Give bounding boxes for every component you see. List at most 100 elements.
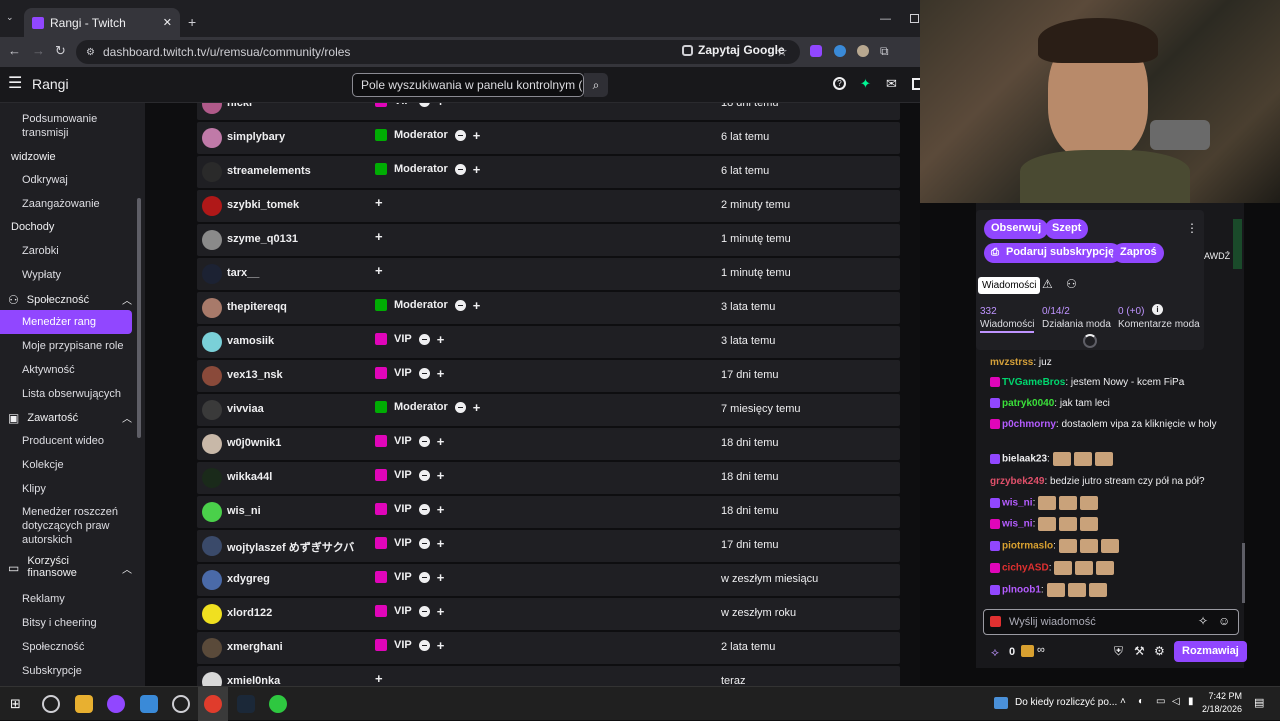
invite-button[interactable]: Zaproś [1113,243,1164,263]
inbox-icon[interactable]: ✉ [886,76,897,92]
sidebar-item-podsumowanie[interactable]: Podsumowanie transmisji [22,112,134,140]
add-role-icon[interactable]: + [473,129,481,142]
remove-role-icon[interactable] [418,435,430,447]
remove-role-icon[interactable] [454,129,466,141]
whisper-button[interactable]: Szept [1045,219,1089,239]
shield-icon[interactable]: ⛨ [1114,644,1123,659]
chat-username[interactable]: patryk0040 [1002,398,1054,409]
add-role-icon[interactable]: + [437,367,445,380]
sidebar-item-spolecznosc-2[interactable]: Społeczność [22,640,134,654]
username[interactable]: simplybary [227,131,285,143]
remove-role-icon[interactable] [418,571,430,583]
sidebar-item-zaangazowanie[interactable]: Zaangażowanie [22,197,134,211]
sidebar-item-zarobki[interactable]: Zarobki [22,244,134,258]
add-role-icon[interactable]: + [473,299,481,312]
remove-role-icon[interactable] [418,639,430,651]
notifications-bell-icon[interactable]: ▤ [1254,696,1264,709]
username[interactable]: wikka44l [227,471,272,483]
add-role-icon[interactable]: + [437,605,445,618]
search-button[interactable]: ⌕ [584,73,608,97]
chat-send-button[interactable]: Rozmawiaj [1174,641,1247,662]
gift-sub-button[interactable]: ⎙ Podaruj subskrypcję [984,243,1122,263]
username[interactable]: w0j0wnik1 [227,437,281,449]
username[interactable]: vex13_nsk [227,369,283,381]
add-role-icon[interactable]: + [437,537,445,550]
avatar[interactable] [202,298,222,318]
url-field[interactable]: ⚙ dashboard.twitch.tv/u/remsua/community… [76,40,800,64]
username[interactable]: vamosiik [227,335,274,347]
username[interactable]: thepitereqq [227,301,287,313]
dashboard-search-input[interactable]: Pole wyszukiwania w panelu kontrolnym (C… [352,73,584,97]
sidebar-section-spolecznosc[interactable]: ⚇ Społeczność ︿ [8,292,132,308]
maximize-icon[interactable] [910,14,919,23]
channel-points-icon[interactable]: ⟡ [991,645,999,660]
mod-tools-icon[interactable]: ⚒ [1134,644,1145,658]
bits-icon[interactable] [1021,645,1034,657]
sidebar-item-moje-role[interactable]: Moje przypisane role [22,339,134,353]
back-icon[interactable]: ← [8,43,21,58]
avatar[interactable] [202,196,222,216]
tab-list-icon[interactable]: ⌄ [6,12,18,24]
add-role-icon[interactable]: + [437,571,445,584]
username[interactable]: szyme_q0131 [227,233,298,245]
sidebar-item-menedzer-rang[interactable]: Menedżer rang [22,315,134,329]
username[interactable]: tarx__ [227,267,259,279]
sidebar-item-wyplaty[interactable]: Wypłaty [22,268,134,282]
new-tab-icon[interactable]: + [188,14,196,30]
battery-icon[interactable]: ▮ [1188,696,1194,707]
username[interactable]: xmiel0nka [227,675,280,686]
help-icon[interactable]: ? [833,77,846,90]
remove-role-icon[interactable] [454,299,466,311]
steam-overlay-icon[interactable] [42,695,60,713]
avatar[interactable] [202,570,222,590]
chat-username[interactable]: wis_ni [1002,498,1033,509]
remove-role-icon[interactable] [418,367,430,379]
file-explorer-icon[interactable] [75,695,93,713]
network-icon[interactable]: ▭ [1156,696,1165,707]
sidebar-item-lista-obserwujacych[interactable]: Lista obserwujących [22,387,134,401]
add-user-icon[interactable]: ⚇ [1066,277,1077,291]
remove-role-icon[interactable] [418,469,430,481]
stat-messages[interactable]: 332 Wiadomości [980,305,1034,331]
username[interactable]: xdygreg [227,573,270,585]
notification-text[interactable]: Do kiedy rozliczyć po... [1015,697,1117,708]
username[interactable]: vivviaa [227,403,264,415]
extensions-puzzle-icon[interactable]: ⧉ [880,44,889,59]
site-info-icon[interactable]: ⚙ [86,47,95,58]
add-role-icon[interactable]: + [375,230,383,243]
forward-icon[interactable]: → [32,43,45,58]
follow-button[interactable]: Obserwuj [984,219,1049,239]
warning-icon[interactable]: ⚠ [1042,277,1053,291]
username[interactable]: streamelements [227,165,311,177]
avatar[interactable] [202,103,222,114]
calendar-icon[interactable] [140,695,158,713]
avatar[interactable] [202,128,222,148]
info-icon[interactable]: i [1152,304,1163,315]
sidebar-item-aktywnosc[interactable]: Aktywność [22,363,134,377]
add-role-icon[interactable]: + [437,503,445,516]
avatar[interactable] [202,400,222,420]
add-role-icon[interactable]: + [437,639,445,652]
add-role-icon[interactable]: + [375,672,383,685]
avatar[interactable] [202,366,222,386]
remove-role-icon[interactable] [418,503,430,515]
add-role-icon[interactable]: + [473,163,481,176]
ai-icon[interactable]: ✧ [1198,614,1208,628]
sidebar-item-producent-wideo[interactable]: Producent wideo [22,434,134,448]
avatar[interactable] [202,536,222,556]
sidebar-item-kolekcje[interactable]: Kolekcje [22,458,134,472]
remove-role-icon[interactable] [454,401,466,413]
obs-icon[interactable] [172,695,190,713]
extension-icon[interactable] [810,45,822,57]
sidebar-item-menedzer-roszczen[interactable]: Menedżer roszczeń dotyczących praw autor… [22,505,134,547]
chat-username[interactable]: bielaak23 [1002,454,1047,465]
windows-start-icon[interactable]: ⊞ [10,696,21,712]
username[interactable]: wis_ni [227,505,261,517]
reload-icon[interactable]: ↻ [55,43,66,59]
tray-app-icon[interactable]: ◐ [1138,696,1144,707]
chat-username[interactable]: grzybek249 [990,476,1044,487]
sidebar-item-klipy[interactable]: Klipy [22,482,134,496]
avatar[interactable] [202,162,222,182]
extension-icon[interactable] [857,45,869,57]
discord-icon[interactable] [107,695,125,713]
